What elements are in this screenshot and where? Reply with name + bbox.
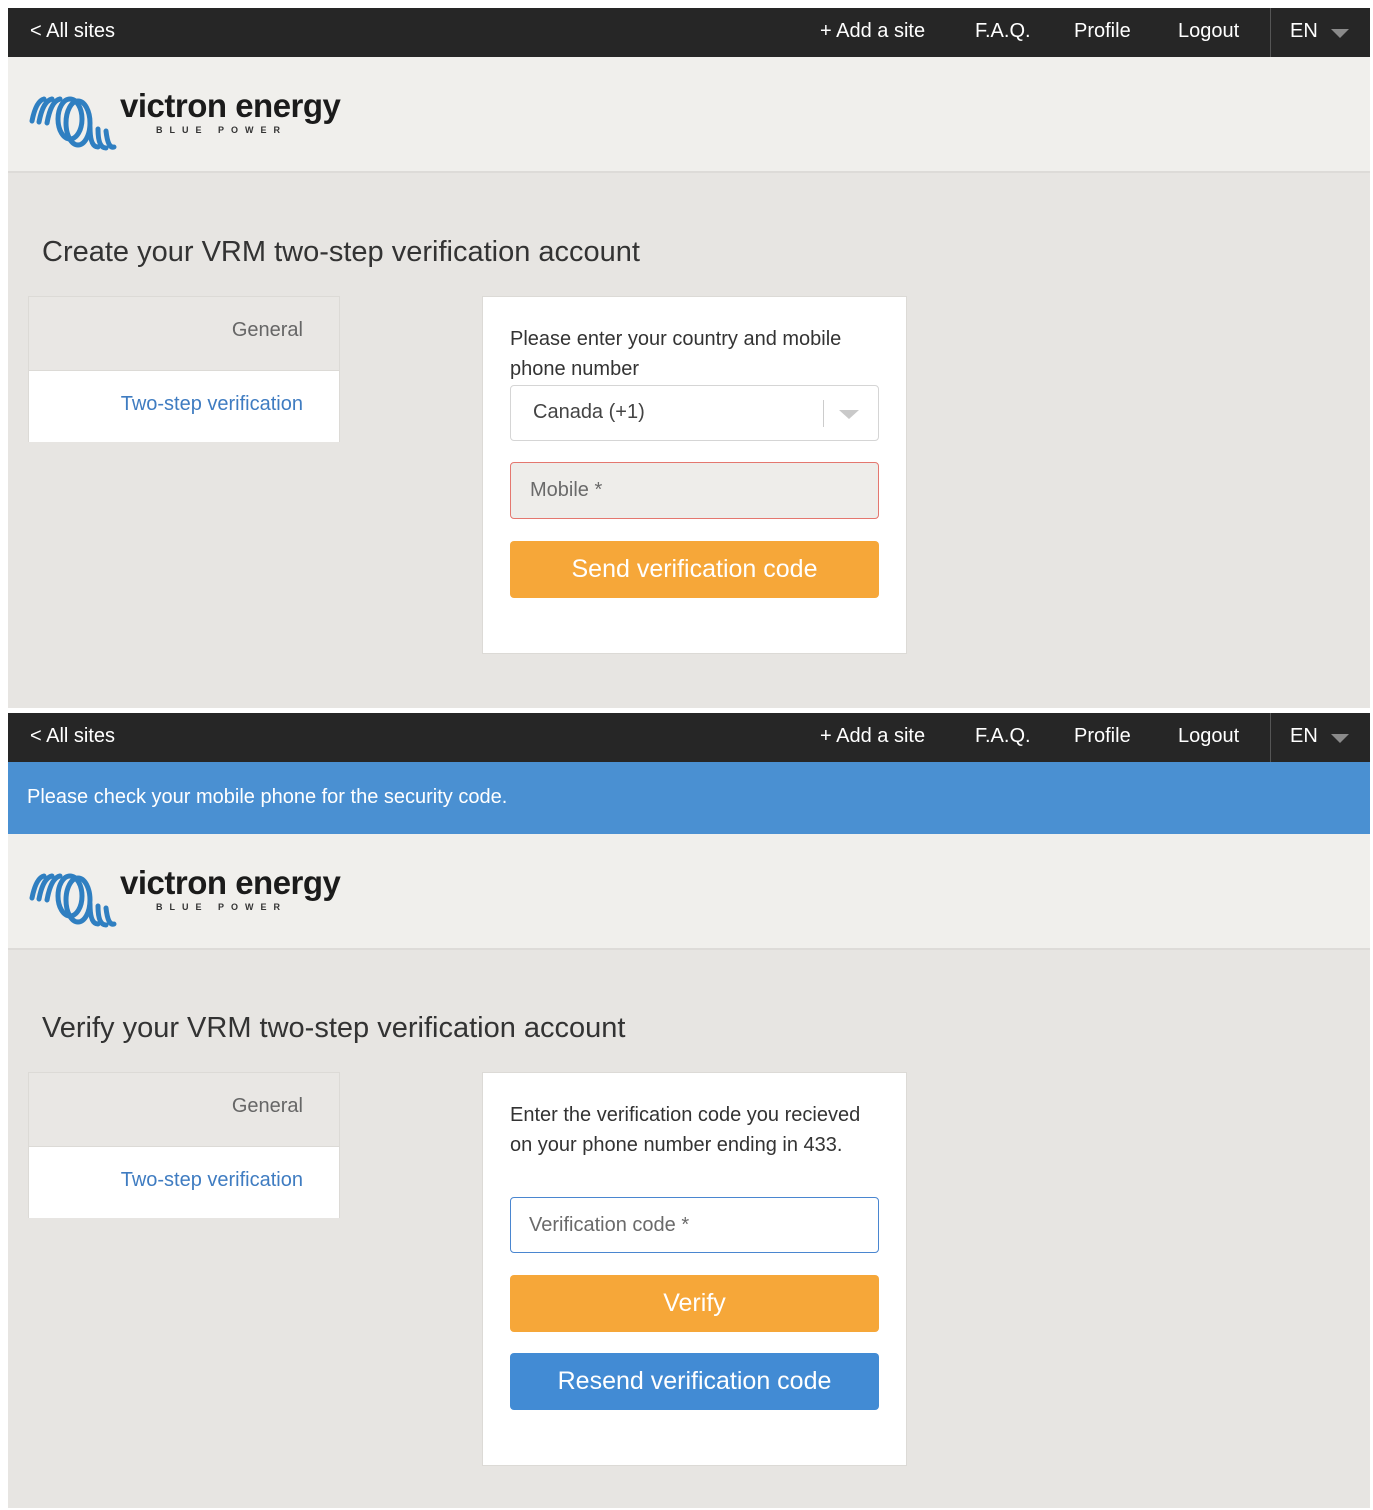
verification-code-input[interactable] (510, 1197, 879, 1253)
brand-tagline: BLUE POWER (156, 125, 288, 135)
country-select[interactable]: Canada (+1) (510, 385, 879, 441)
flash-message-text: Please check your mobile phone for the s… (27, 786, 508, 808)
verify-form-card: Enter the verification code you recieved… (482, 1072, 907, 1466)
profile-link[interactable]: Profile (1074, 20, 1131, 43)
language-selector[interactable]: EN (1290, 725, 1318, 748)
top-navigation: < All sites + Add a site F.A.Q. Profile … (8, 8, 1370, 57)
faq-link[interactable]: F.A.Q. (975, 725, 1031, 748)
settings-side-menu: General Two-step verification (28, 1072, 340, 1218)
nav-divider (1270, 8, 1271, 57)
logo-bar: victron energy BLUE POWER (8, 834, 1370, 950)
victron-logo-icon (29, 873, 117, 928)
resend-verification-code-button[interactable]: Resend verification code (510, 1353, 879, 1410)
verify-button[interactable]: Verify (510, 1275, 879, 1332)
all-sites-link[interactable]: < All sites (30, 725, 115, 748)
form-instruction: Please enter your country and mobile pho… (510, 328, 842, 380)
verify-screen: < All sites + Add a site F.A.Q. Profile … (8, 713, 1370, 1508)
language-selector[interactable]: EN (1290, 20, 1318, 43)
nav-divider (1270, 713, 1271, 762)
chevron-down-icon[interactable] (1331, 29, 1349, 38)
create-screen: < All sites + Add a site F.A.Q. Profile … (8, 8, 1370, 708)
phone-form-card: Please enter your country and mobile pho… (482, 296, 907, 654)
select-divider (823, 400, 824, 427)
chevron-down-icon[interactable] (1331, 734, 1349, 743)
flash-message-banner: Please check your mobile phone for the s… (8, 762, 1370, 834)
form-instruction: Enter the verification code you recieved… (510, 1104, 861, 1156)
send-verification-code-button[interactable]: Send verification code (510, 541, 879, 598)
all-sites-link[interactable]: < All sites (30, 20, 115, 43)
brand-name: victron energy (120, 864, 341, 901)
settings-side-menu: General Two-step verification (28, 296, 340, 442)
page-title: Verify your VRM two-step verification ac… (42, 1012, 626, 1044)
menu-item-general[interactable]: General (29, 297, 339, 370)
profile-link[interactable]: Profile (1074, 725, 1131, 748)
faq-link[interactable]: F.A.Q. (975, 20, 1031, 43)
brand-name: victron energy (120, 87, 341, 124)
victron-logo-icon (29, 96, 117, 151)
logout-link[interactable]: Logout (1178, 725, 1239, 748)
add-site-link[interactable]: + Add a site (820, 725, 925, 748)
add-site-link[interactable]: + Add a site (820, 20, 925, 43)
page-title: Create your VRM two-step verification ac… (42, 236, 640, 268)
chevron-down-icon[interactable] (839, 410, 859, 419)
country-select-value: Canada (+1) (533, 401, 645, 423)
logout-link[interactable]: Logout (1178, 20, 1239, 43)
logo-bar: victron energy BLUE POWER (8, 57, 1370, 173)
mobile-input[interactable] (510, 462, 879, 519)
menu-item-two-step-verification[interactable]: Two-step verification (29, 370, 339, 442)
brand-tagline: BLUE POWER (156, 902, 288, 912)
top-navigation: < All sites + Add a site F.A.Q. Profile … (8, 713, 1370, 762)
menu-item-two-step-verification[interactable]: Two-step verification (29, 1146, 339, 1218)
menu-item-general[interactable]: General (29, 1073, 339, 1146)
